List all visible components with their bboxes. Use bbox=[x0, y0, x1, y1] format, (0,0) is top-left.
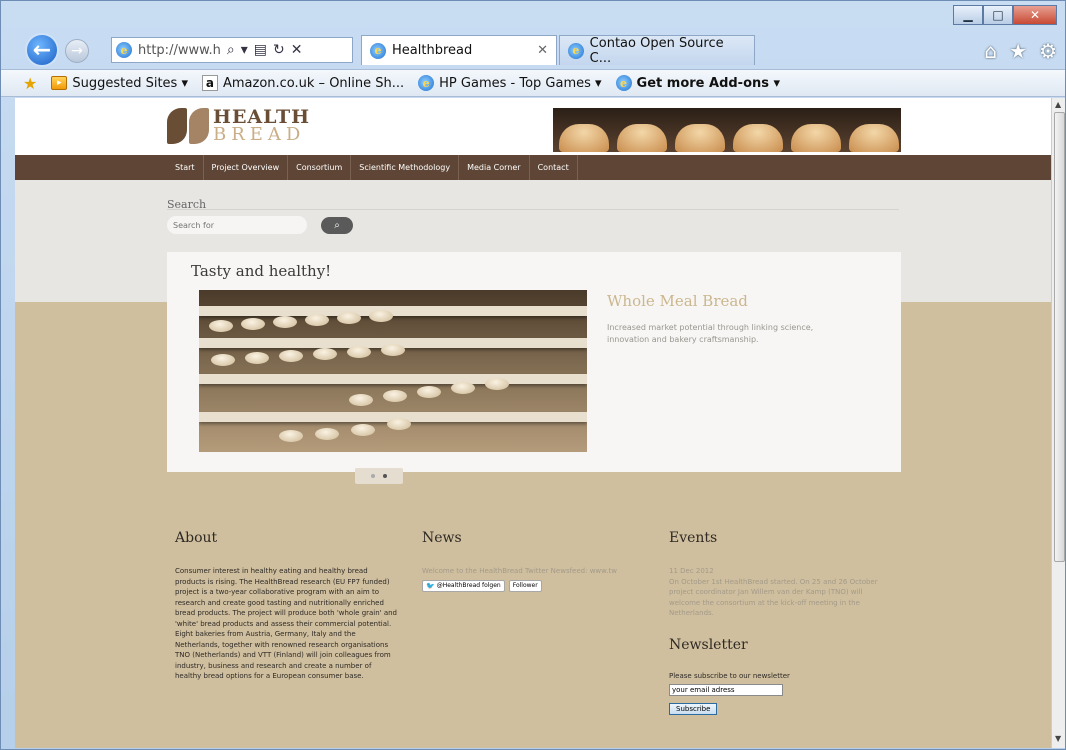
search-button[interactable]: ⌕ bbox=[321, 217, 353, 234]
favorite-amazon[interactable]: a Amazon.co.uk – Online Sh... bbox=[201, 75, 405, 91]
arrow-left-icon: ← bbox=[32, 37, 52, 63]
subscribe-button[interactable]: Subscribe bbox=[669, 703, 718, 715]
ie-page-icon: e bbox=[418, 75, 435, 91]
suggested-icon: ▸ bbox=[51, 76, 68, 90]
tab-label: Contao Open Source C... bbox=[589, 35, 724, 66]
close-tab-icon[interactable]: ✕ bbox=[537, 43, 548, 58]
slider-title: Tasty and healthy! bbox=[191, 262, 332, 280]
forward-button[interactable]: → bbox=[65, 39, 89, 63]
ie-page-icon: e bbox=[116, 42, 132, 58]
news-text: Welcome to the HealthBread Twitter Newsf… bbox=[422, 567, 617, 575]
twitter-buttons: 🐦 @HealthBread folgen Follower bbox=[422, 579, 644, 592]
events-section: Events 11 Dec 2012 On October 1st Health… bbox=[669, 530, 891, 715]
vertical-scrollbar[interactable]: ▲ ▼ bbox=[1051, 98, 1065, 748]
tab-contao[interactable]: e Contao Open Source C... bbox=[559, 35, 755, 66]
newsletter-prompt: Please subscribe to our newsletter bbox=[669, 671, 790, 680]
window-caption-buttons: ▁ □ ✕ bbox=[953, 5, 1057, 25]
favorites-bar: ★ ▸ Suggested Sites ▾ a Amazon.co.uk – O… bbox=[1, 69, 1065, 97]
compatibility-icon[interactable]: ▤ bbox=[254, 42, 267, 58]
amazon-icon: a bbox=[201, 75, 218, 91]
tab-label: Healthbread bbox=[392, 43, 473, 58]
favorite-hp-games[interactable]: e HP Games - Top Games ▾ bbox=[418, 75, 602, 91]
favorite-label: Get more Add-ons ▾ bbox=[636, 75, 781, 91]
main-menu: Start Project Overview Consortium Scient… bbox=[15, 155, 1051, 180]
favorite-label: HP Games - Top Games ▾ bbox=[439, 75, 602, 91]
minimize-button[interactable]: ▁ bbox=[953, 5, 983, 25]
slide-heading[interactable]: Whole Meal Bread bbox=[607, 292, 748, 310]
twitter-handle: @HealthBread folgen bbox=[436, 582, 501, 589]
slider-pagination bbox=[355, 468, 403, 484]
search-input[interactable] bbox=[167, 216, 307, 234]
gear-icon[interactable]: ⚙ bbox=[1039, 39, 1057, 63]
ie-page-icon: e bbox=[370, 42, 386, 59]
newsletter-email-input[interactable] bbox=[669, 684, 783, 696]
newsletter-title: Newsletter bbox=[669, 636, 748, 653]
ie-page-icon: e bbox=[568, 42, 584, 59]
favorite-label: Suggested Sites ▾ bbox=[72, 75, 188, 91]
tab-healthbread[interactable]: e Healthbread ✕ bbox=[361, 35, 557, 65]
twitter-bird-icon: 🐦 bbox=[426, 581, 435, 590]
news-title: News bbox=[422, 530, 462, 546]
navigation-bar: ← → e http://www.h ⌕ ▾ ▤ ↻ ✕ e Healthbre… bbox=[1, 29, 1065, 69]
followers-label: Follower bbox=[512, 582, 538, 589]
menu-item-scientific-methodology[interactable]: Scientific Methodology bbox=[351, 155, 460, 180]
close-window-button[interactable]: ✕ bbox=[1013, 5, 1057, 25]
back-button[interactable]: ← bbox=[25, 33, 59, 67]
divider bbox=[167, 209, 899, 210]
logo-text-bread: BREAD bbox=[213, 124, 306, 145]
event-text: On October 1st HealthBread started. On 2… bbox=[669, 577, 878, 618]
bread-rolls-image bbox=[199, 290, 587, 452]
menu-item-project-overview[interactable]: Project Overview bbox=[204, 155, 289, 180]
slide-text: Increased market potential through linki… bbox=[607, 323, 814, 344]
menu-item-start[interactable]: Start bbox=[167, 155, 204, 180]
slider-dot-2[interactable] bbox=[383, 474, 387, 478]
browser-window: ▁ □ ✕ ← → e http://www.h ⌕ ▾ ▤ ↻ ✕ e Hea… bbox=[0, 0, 1066, 750]
arrow-right-icon: → bbox=[71, 43, 83, 59]
scrollbar-thumb[interactable] bbox=[1054, 112, 1065, 562]
menu-item-consortium[interactable]: Consortium bbox=[288, 155, 352, 180]
about-section: About Consumer interest in healthy eatin… bbox=[175, 530, 397, 682]
favorite-get-addons[interactable]: e Get more Add-ons ▾ bbox=[615, 75, 781, 91]
home-icon[interactable]: ⌂ bbox=[984, 39, 997, 63]
favorite-label: Amazon.co.uk – Online Sh... bbox=[222, 75, 405, 91]
refresh-icon[interactable]: ↻ bbox=[273, 42, 285, 58]
site-logo[interactable]: HEALTH BREAD bbox=[167, 108, 310, 144]
favorites-star-icon[interactable]: ★ bbox=[1009, 39, 1027, 63]
header-bread-image bbox=[553, 108, 901, 152]
favorite-suggested-sites[interactable]: ▸ Suggested Sites ▾ bbox=[51, 76, 188, 91]
dropdown-icon[interactable]: ▾ bbox=[241, 42, 248, 58]
ie-page-icon: e bbox=[615, 75, 632, 91]
address-text: http://www.h bbox=[138, 42, 221, 58]
address-bar[interactable]: e http://www.h ⌕ ▾ ▤ ↻ ✕ bbox=[111, 37, 353, 63]
image-slider: Tasty and healthy! Whole Meal Bread Incr… bbox=[167, 252, 901, 472]
event-date: 11 Dec 2012 bbox=[669, 567, 714, 575]
news-section: News Welcome to the HealthBread Twitter … bbox=[422, 530, 644, 592]
menu-item-media-corner[interactable]: Media Corner bbox=[459, 155, 530, 180]
wheat-leaf-icon bbox=[167, 108, 209, 144]
twitter-follow-button[interactable]: 🐦 @HealthBread folgen bbox=[422, 579, 505, 592]
scroll-down-icon[interactable]: ▼ bbox=[1055, 734, 1061, 743]
search-icon[interactable]: ⌕ bbox=[227, 42, 235, 58]
page-viewport: HEALTH BREAD Start Project Overview Cons… bbox=[15, 98, 1051, 748]
followers-count[interactable]: Follower bbox=[508, 579, 542, 592]
search-icon: ⌕ bbox=[334, 220, 340, 231]
favorites-icon[interactable]: ★ bbox=[23, 74, 37, 93]
stop-icon[interactable]: ✕ bbox=[291, 42, 303, 58]
menu-item-contact[interactable]: Contact bbox=[530, 155, 578, 180]
about-title: About bbox=[175, 530, 218, 546]
scroll-up-icon[interactable]: ▲ bbox=[1055, 100, 1061, 109]
site-header: HEALTH BREAD bbox=[15, 98, 1051, 155]
slider-dot-1[interactable] bbox=[371, 474, 375, 478]
events-title: Events bbox=[669, 530, 718, 546]
about-text: Consumer interest in healthy eating and … bbox=[175, 567, 398, 680]
maximize-button[interactable]: □ bbox=[983, 5, 1013, 25]
browser-toolbar-icons: ⌂ ★ ⚙ bbox=[984, 39, 1057, 63]
